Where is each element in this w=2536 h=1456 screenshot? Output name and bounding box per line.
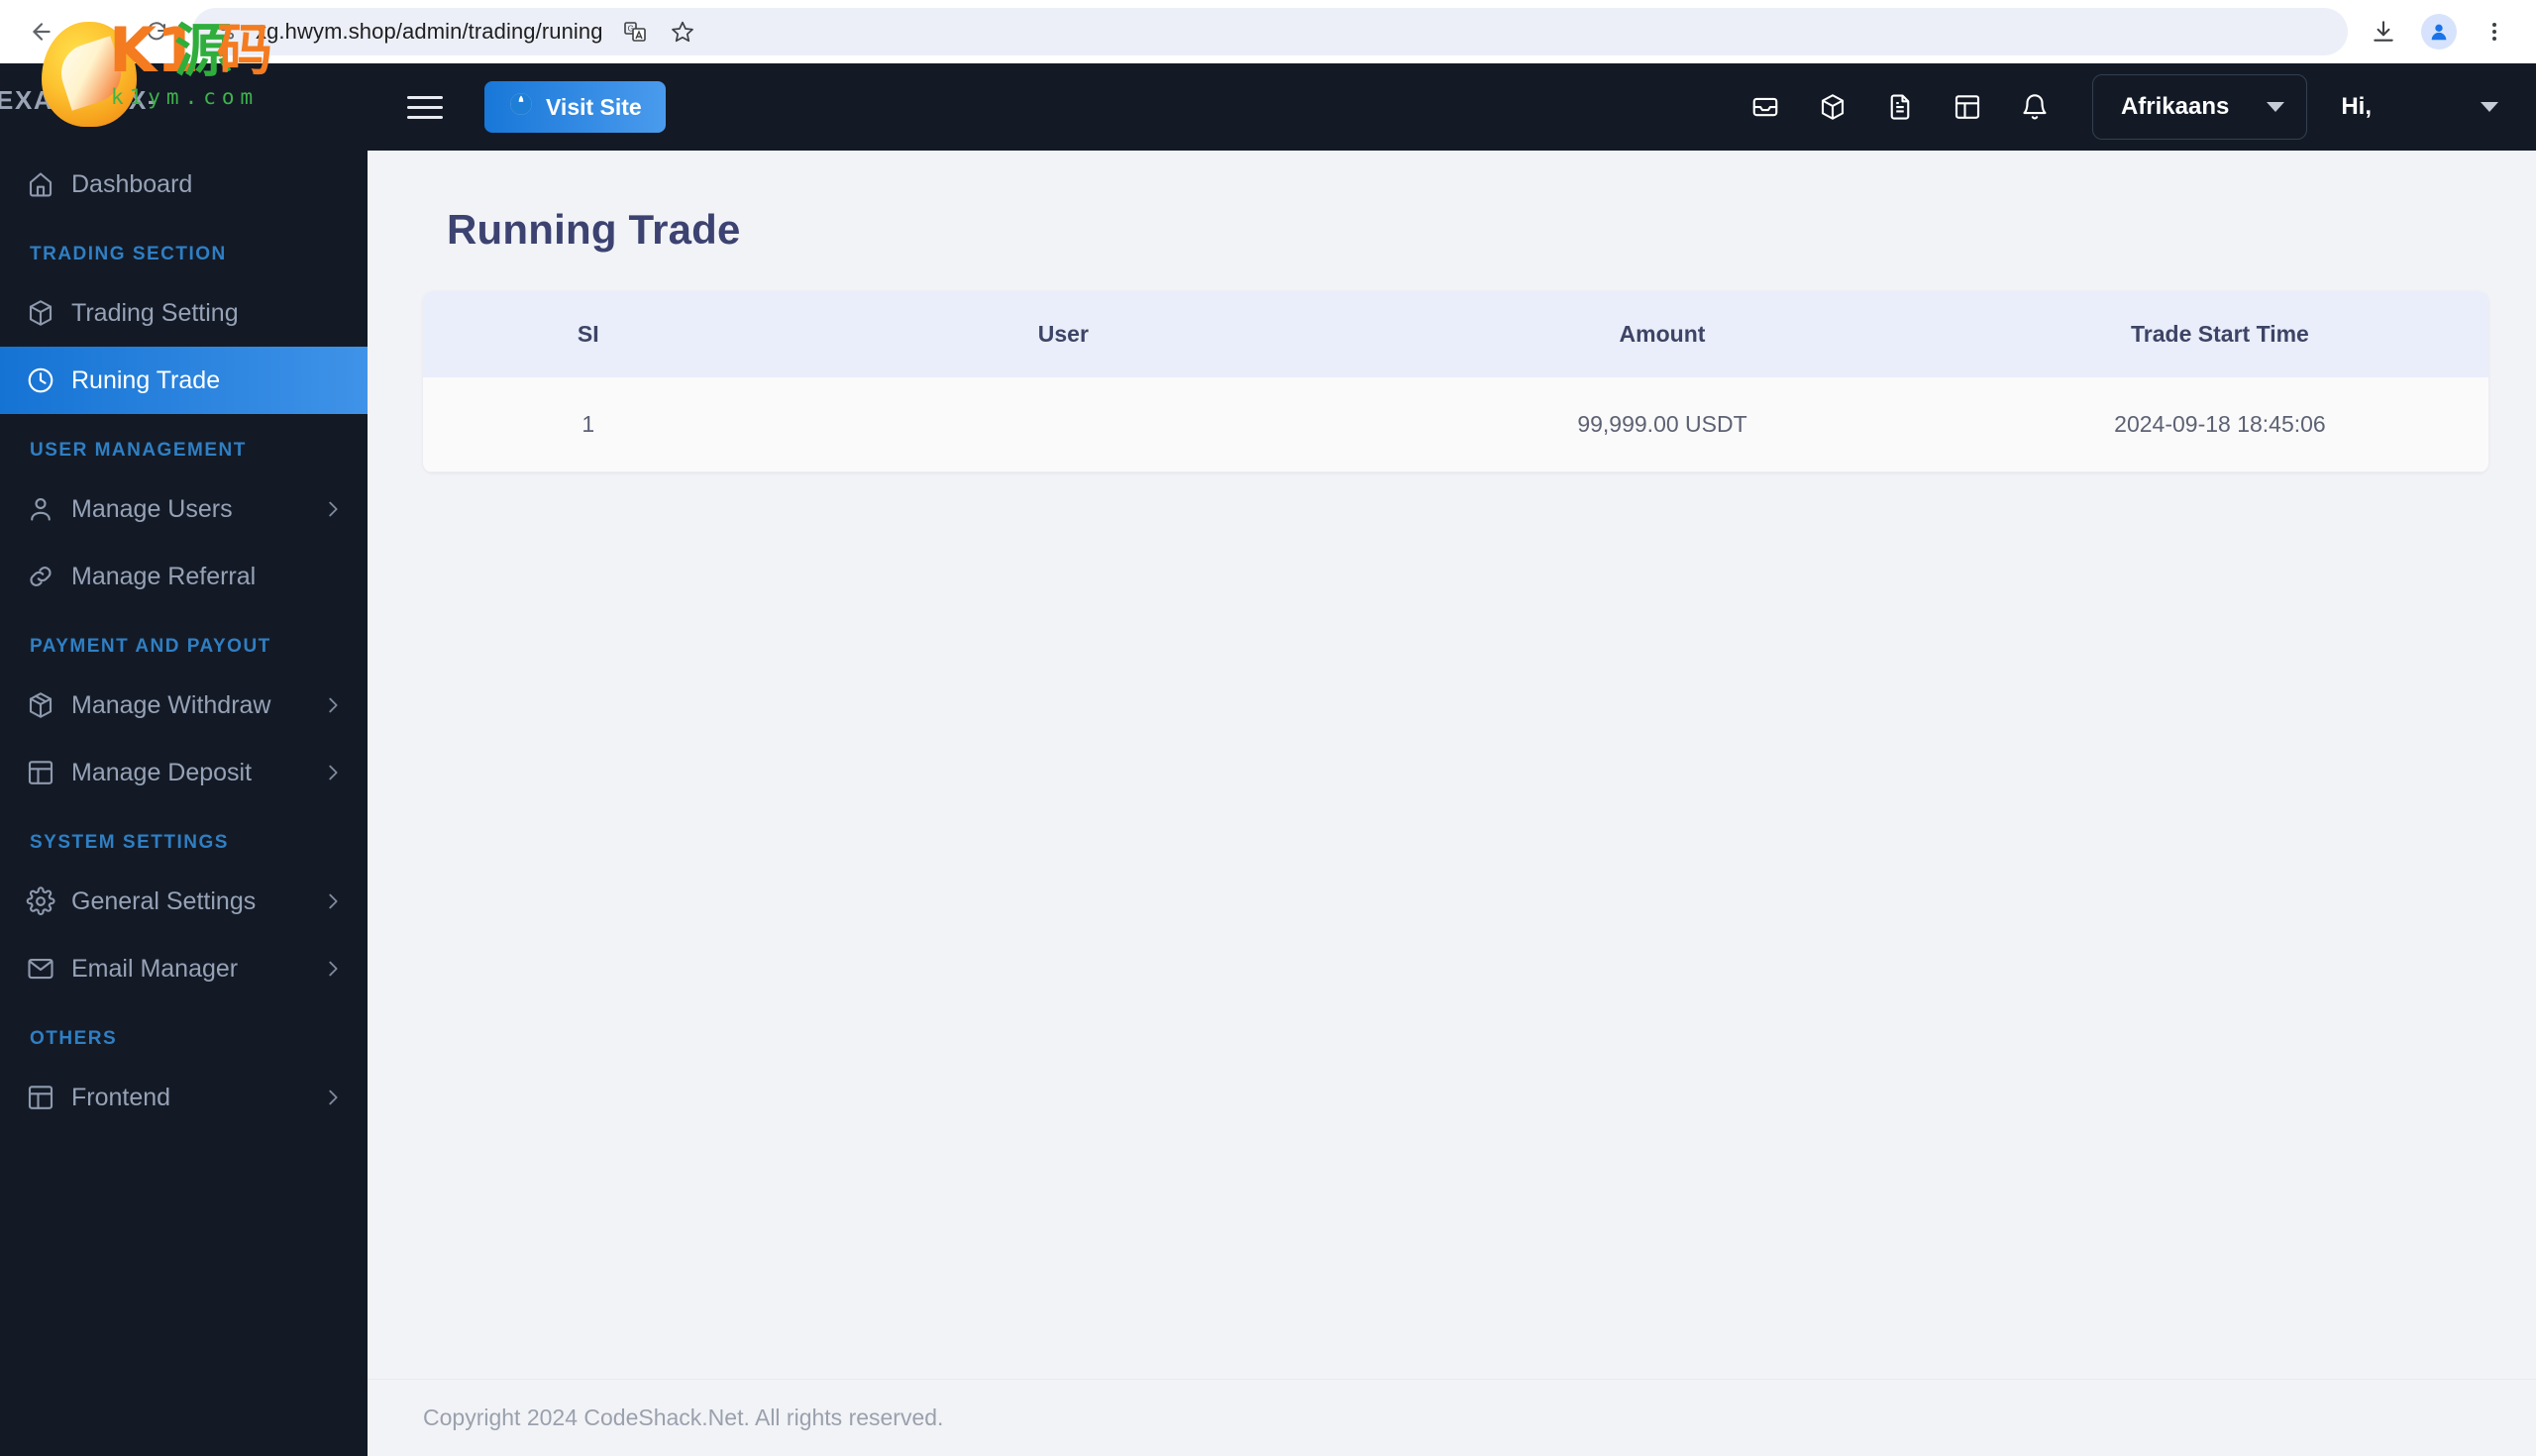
browser-toolbar: xg.hwym.shop/admin/trading/runing G: [0, 0, 2536, 63]
inbox-icon[interactable]: [1747, 89, 1783, 125]
sidebar-group-label: USER MANAGEMENT: [30, 440, 247, 461]
address-bar[interactable]: xg.hwym.shop/admin/trading/runing G: [192, 8, 2348, 55]
main-content: Running Trade SI User Amount Trade Start…: [368, 151, 2536, 1379]
hamburger-icon[interactable]: [407, 85, 451, 129]
chevron-right-icon: [322, 694, 344, 716]
page-title: Running Trade: [447, 206, 741, 253]
topbar: Visit Site Afrikaans Hi,: [368, 63, 2536, 151]
star-icon[interactable]: [661, 10, 704, 53]
sidebar-item-label: Frontend: [71, 1083, 171, 1111]
envelope-icon: [26, 954, 71, 984]
translate-icon[interactable]: G: [613, 10, 657, 53]
profile-avatar-icon[interactable]: [2413, 6, 2465, 57]
sidebar-group-label: SYSTEM SETTINGS: [30, 832, 229, 853]
sidebar-group-label: TRADING SECTION: [30, 244, 227, 264]
column-header-user: User: [753, 291, 1374, 377]
link-icon: [26, 562, 71, 591]
topbar-icons: [1747, 89, 2053, 125]
clock-icon: [26, 365, 71, 395]
three-dot-menu-icon[interactable]: [2469, 6, 2520, 57]
footer: Copyright 2024 CodeShack.Net. All rights…: [368, 1379, 2536, 1456]
url-text: xg.hwym.shop/admin/trading/runing: [256, 19, 603, 44]
sidebar-item-frontend[interactable]: Frontend: [0, 1064, 368, 1131]
chevron-down-icon: [2267, 102, 2285, 112]
visit-site-label: Visit Site: [546, 93, 642, 120]
column-header-amount: Amount: [1373, 291, 1952, 377]
sidebar-item-manage-deposit[interactable]: Manage Deposit: [0, 739, 368, 806]
chevron-right-icon: [322, 762, 344, 783]
sidebar-group-label: OTHERS: [30, 1028, 118, 1049]
sidebar-menu: Dashboard TRADING SECTION Trading Setting R…: [0, 137, 368, 1131]
table-body: 1 99,999.00 USDT 2024-09-18 18:45:06: [423, 377, 2488, 472]
table-row: 1 99,999.00 USDT 2024-09-18 18:45:06: [423, 377, 2488, 472]
layout-icon: [26, 1083, 71, 1112]
forward-arrow-icon[interactable]: [73, 6, 125, 57]
brand-text: EXABYTEX-: [0, 84, 158, 115]
sidebar-brand[interactable]: EXABYTEX-: [0, 63, 368, 137]
sidebar-item-label: Manage Referral: [71, 562, 257, 590]
sidebar-item-general-settings[interactable]: General Settings: [0, 868, 368, 935]
sidebar-item-label: Manage Deposit: [71, 758, 253, 786]
sidebar-item-label: Email Manager: [71, 954, 239, 983]
sidebar-item-label: Trading Setting: [71, 298, 239, 327]
chevron-right-icon: [322, 498, 344, 520]
chevron-down-icon: [2481, 102, 2498, 112]
user-icon: [26, 494, 71, 524]
chevron-right-icon: [322, 958, 344, 980]
sidebar-group-label: PAYMENT AND PAYOUT: [30, 636, 271, 657]
omnibox-actions: G: [613, 10, 704, 53]
sidebar-item-label: Manage Users: [71, 494, 233, 523]
site-settings-icon[interactable]: [210, 14, 246, 50]
sidebar-item-runing-trade[interactable]: Runing Trade: [0, 347, 368, 414]
package-icon: [26, 690, 71, 720]
sidebar-item-manage-referral[interactable]: Manage Referral: [0, 543, 368, 610]
sidebar-item-dashboard[interactable]: Dashboard: [0, 151, 368, 218]
box-icon: [26, 298, 71, 328]
box-icon[interactable]: [1815, 89, 1850, 125]
table-header-row: SI User Amount Trade Start Time: [423, 291, 2488, 377]
language-select[interactable]: Afrikaans: [2091, 74, 2308, 140]
browser-nav-buttons: [16, 6, 182, 57]
sidebar-item-label: Runing Trade: [71, 365, 221, 394]
chevron-right-icon: [322, 890, 344, 912]
gear-icon: [26, 886, 71, 916]
language-selected-value: Afrikaans: [2120, 93, 2230, 120]
chevron-right-icon: [322, 1087, 344, 1108]
sidebar-item-label: General Settings: [71, 886, 257, 915]
cell-amount: 99,999.00 USDT: [1373, 377, 1952, 472]
visit-site-button[interactable]: Visit Site: [484, 81, 666, 133]
home-icon: [26, 169, 71, 199]
sidebar-item-manage-withdraw[interactable]: Manage Withdraw: [0, 672, 368, 739]
cell-user: [753, 377, 1374, 472]
download-icon[interactable]: [2358, 6, 2409, 57]
cell-time: 2024-09-18 18:45:06: [1951, 377, 2488, 472]
reload-icon[interactable]: [131, 6, 182, 57]
copyright-text: Copyright 2024 CodeShack.Net. All rights…: [423, 1404, 944, 1430]
column-header-time: Trade Start Time: [1951, 291, 2488, 377]
table-icon: [26, 758, 71, 787]
greeting-label: Hi,: [2341, 93, 2372, 120]
document-icon[interactable]: [1882, 89, 1918, 125]
user-menu[interactable]: Hi,: [2341, 93, 2498, 121]
running-trade-table: SI User Amount Trade Start Time 1 99,999.…: [423, 291, 2488, 472]
back-arrow-icon[interactable]: [16, 6, 67, 57]
bell-icon[interactable]: [2017, 89, 2053, 125]
sidebar-item-label: Dashboard: [71, 169, 193, 198]
running-trade-card: SI User Amount Trade Start Time 1 99,999.…: [423, 291, 2488, 472]
cell-si: 1: [423, 377, 754, 472]
sidebar: EXABYTEX- Dashboard TRADING SECTION Tradin…: [0, 63, 368, 1456]
table-head: SI User Amount Trade Start Time: [423, 291, 2488, 377]
admin-app: EXABYTEX- Dashboard TRADING SECTION Tradin…: [0, 63, 2536, 1456]
sidebar-item-email-manager[interactable]: Email Manager: [0, 935, 368, 1002]
sidebar-item-manage-users[interactable]: Manage Users: [0, 475, 368, 543]
column-header-si: SI: [423, 291, 754, 377]
sidebar-item-label: Manage Withdraw: [71, 690, 271, 719]
globe-icon: [508, 91, 534, 123]
table-icon[interactable]: [1950, 89, 1985, 125]
browser-toolbar-right: [2358, 6, 2520, 57]
sidebar-item-trading-setting[interactable]: Trading Setting: [0, 279, 368, 347]
